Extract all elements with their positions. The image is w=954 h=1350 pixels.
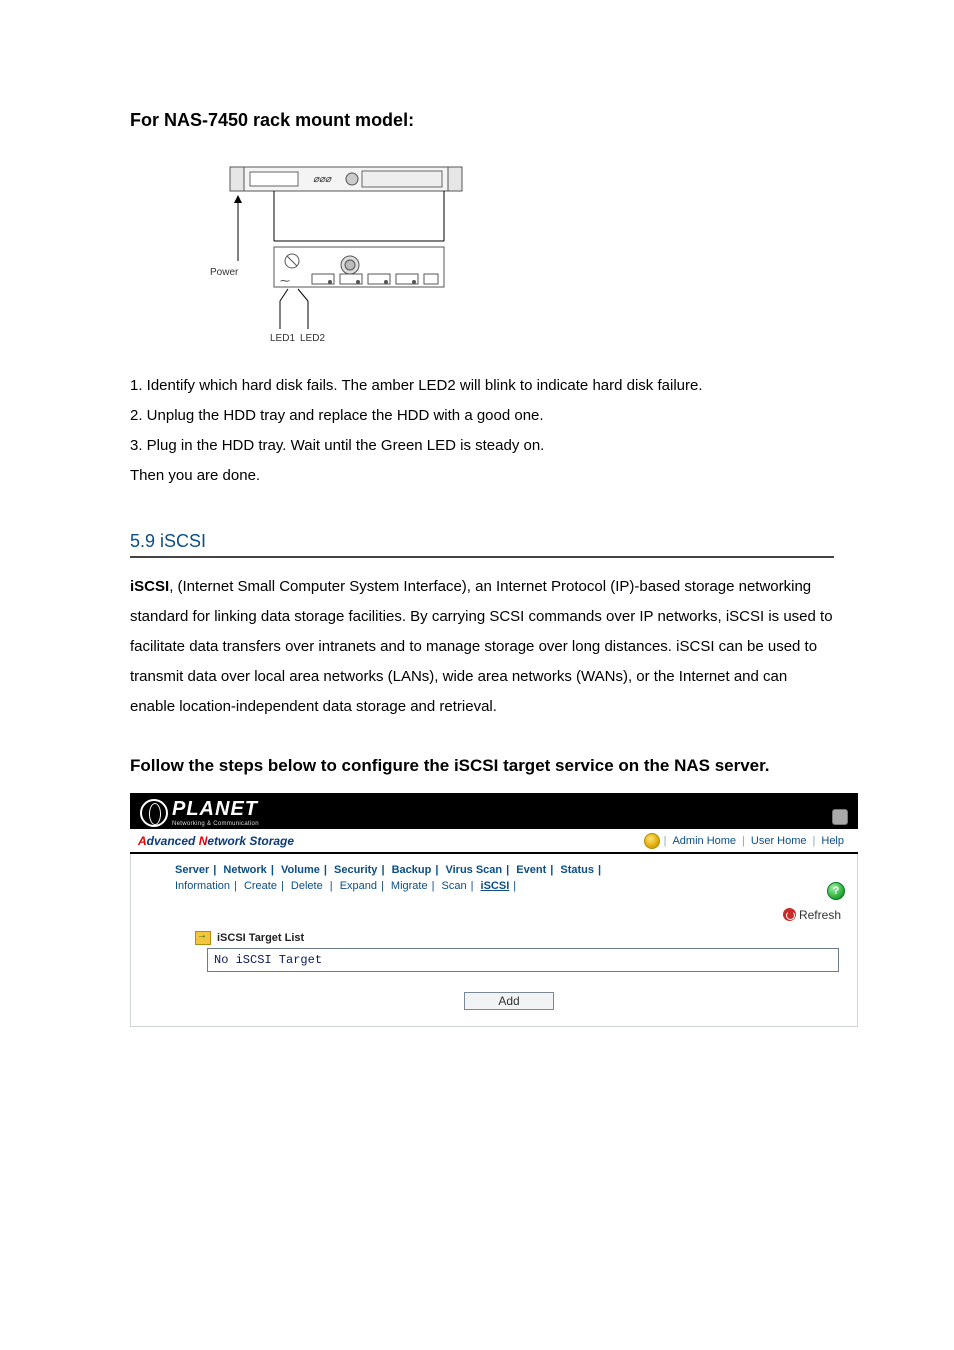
rack-diagram: ⌀⌀⌀ Power ⁓ bbox=[180, 161, 480, 351]
step-3: 3. Plug in the HDD tray. Wait until the … bbox=[130, 431, 834, 461]
subtab-create[interactable]: Create bbox=[242, 880, 279, 892]
step-done: Then you are done. bbox=[130, 461, 834, 491]
tab-backup[interactable]: Backup bbox=[390, 864, 434, 876]
admin-ui-screenshot: PLANET Networking & Communication Advanc… bbox=[130, 793, 858, 1027]
brand-logo: PLANET Networking & Communication bbox=[140, 799, 259, 827]
alert-icon[interactable] bbox=[644, 833, 660, 849]
subtab-migrate[interactable]: Migrate bbox=[389, 880, 430, 892]
section-body-rest: , (Internet Small Computer System Interf… bbox=[130, 578, 833, 715]
add-button[interactable]: Add bbox=[464, 992, 554, 1010]
link-admin-home[interactable]: Admin Home bbox=[666, 835, 742, 847]
tab-status[interactable]: Status bbox=[558, 864, 596, 876]
section-body-bold: iSCSI bbox=[130, 578, 169, 595]
iscsi-target-list: No iSCSI Target bbox=[207, 948, 839, 972]
tab-server[interactable]: Server bbox=[173, 864, 211, 876]
tab-volume[interactable]: Volume bbox=[279, 864, 322, 876]
globe-icon bbox=[140, 799, 168, 827]
brand-subtext: Networking & Communication bbox=[172, 821, 259, 827]
refresh-icon[interactable] bbox=[783, 908, 796, 921]
model-heading: For NAS-7450 rack mount model: bbox=[130, 110, 834, 131]
step-2: 2. Unplug the HDD tray and replace the H… bbox=[130, 401, 834, 431]
brand-text: PLANET bbox=[172, 798, 258, 820]
sub-tabs: Information| Create| Delete | Expand| Mi… bbox=[173, 880, 857, 892]
top-links: | Admin Home | User Home | Help bbox=[644, 833, 850, 849]
replacement-steps: 1. Identify which hard disk fails. The a… bbox=[130, 371, 834, 491]
step-1: 1. Identify which hard disk fails. The a… bbox=[130, 371, 834, 401]
subtab-iscsi[interactable]: iSCSI bbox=[479, 880, 512, 892]
refresh-link[interactable]: Refresh bbox=[799, 908, 841, 922]
subtab-expand[interactable]: Expand bbox=[338, 880, 379, 892]
tab-network[interactable]: Network bbox=[221, 864, 268, 876]
section-body: iSCSI, (Internet Small Computer System I… bbox=[130, 572, 834, 722]
link-help[interactable]: Help bbox=[815, 835, 850, 847]
main-tabs: Server| Network| Volume| Security| Backu… bbox=[173, 864, 857, 876]
subtab-information[interactable]: Information bbox=[173, 880, 232, 892]
tab-virus-scan[interactable]: Virus Scan bbox=[443, 864, 504, 876]
subtab-delete[interactable]: Delete bbox=[289, 880, 325, 892]
tab-security[interactable]: Security bbox=[332, 864, 379, 876]
svg-text:⌀⌀⌀: ⌀⌀⌀ bbox=[313, 174, 332, 185]
section-heading: 5.9 iSCSI bbox=[130, 531, 834, 558]
folder-arrow-icon bbox=[195, 931, 211, 945]
window-icon bbox=[832, 809, 848, 825]
diagram-led2-label: LED2 bbox=[300, 333, 325, 344]
help-icon[interactable]: ? bbox=[827, 882, 845, 900]
tab-event[interactable]: Event bbox=[514, 864, 548, 876]
app-title: Advanced Network Storage bbox=[138, 834, 294, 848]
ui-header-bar: PLANET Networking & Communication bbox=[130, 793, 858, 829]
link-user-home[interactable]: User Home bbox=[745, 835, 813, 847]
svg-text:⁓: ⁓ bbox=[280, 276, 290, 287]
configure-heading: Follow the steps below to configure the … bbox=[130, 752, 834, 779]
subtab-scan[interactable]: Scan bbox=[440, 880, 469, 892]
diagram-led1-label: LED1 bbox=[270, 333, 295, 344]
diagram-power-label: Power bbox=[210, 267, 239, 278]
panel-title: iSCSI Target List bbox=[217, 932, 304, 944]
